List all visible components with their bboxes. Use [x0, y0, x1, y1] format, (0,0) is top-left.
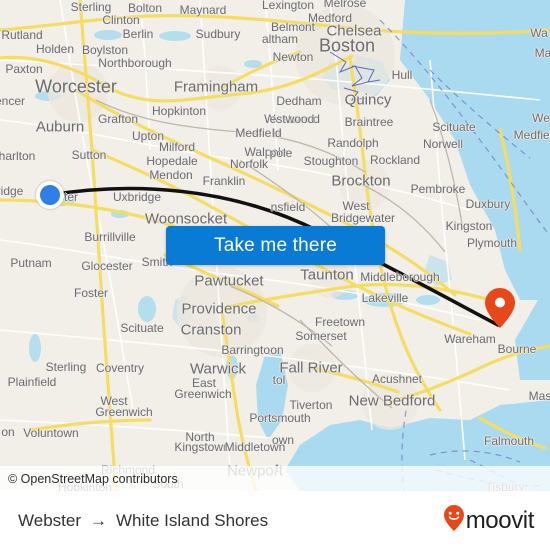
- footer-bar: Webster → White Island Shores moovit: [0, 491, 550, 550]
- moovit-logo[interactable]: moovit: [443, 505, 535, 536]
- destination-pin-shape: [485, 288, 515, 328]
- route-destination-label: White Island Shores: [116, 510, 269, 530]
- route-summary: Webster → White Island Shores: [18, 511, 268, 531]
- map-canvas[interactable]: RutlandHoldenPaxtonWorcesterencerAuburnS…: [0, 0, 550, 491]
- destination-pin-dot: [495, 297, 505, 308]
- moovit-wordmark: moovit: [465, 506, 535, 534]
- moovit-pin-icon: [443, 505, 464, 536]
- origin-marker[interactable]: [36, 181, 64, 209]
- route-origin-label: Webster: [18, 510, 81, 530]
- arrow-right-icon: →: [90, 510, 107, 530]
- map-attribution: © OpenStreetMap contributors: [0, 466, 550, 491]
- attribution-text: © OpenStreetMap contributors: [8, 471, 178, 486]
- take-me-there-button[interactable]: Take me there: [166, 226, 385, 265]
- moovit-route-map-card: RutlandHoldenPaxtonWorcesterencerAuburnS…: [0, 0, 550, 550]
- destination-marker[interactable]: [485, 288, 515, 328]
